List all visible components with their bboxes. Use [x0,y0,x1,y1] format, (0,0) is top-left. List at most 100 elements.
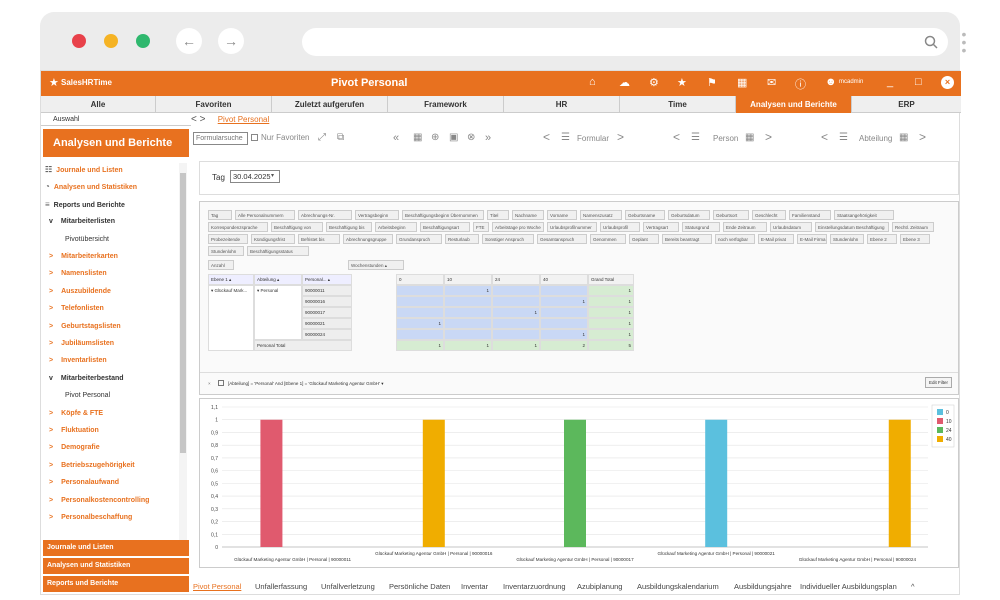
sidebar-item-9[interactable]: > Geburtstagslisten [49,320,189,334]
pivot-field-45[interactable]: Ebene 2 [867,234,897,244]
sidebar-item-12[interactable]: v Mitarbeiterbestand [49,372,189,386]
pivot-field-31[interactable]: Kündigungsfrist [251,234,295,244]
minimize-window-dot[interactable] [104,34,118,48]
last-record-icon[interactable]: » [485,132,491,144]
pivot-field-28[interactable]: Einstellungsdatum Beschäftigung [815,222,889,232]
pivot-field-38[interactable]: Genommen [590,234,626,244]
forward-arrow-icon[interactable]: → [218,28,244,54]
tab-2[interactable]: Unfallverletzung [321,582,375,591]
pivot-field-26[interactable]: Ende Zeitraum [723,222,767,232]
formular-next-icon[interactable]: > [617,130,624,144]
expand-icon[interactable]: ⤢ [318,132,326,143]
minimize-icon[interactable]: _ [887,76,893,88]
sidebar-item-19[interactable]: > Personalkostencontrolling [49,494,189,508]
abteilung-list-icon[interactable]: ☰ [839,132,848,143]
pivot-field-47[interactable]: Stundenlohn [208,246,244,256]
abteilung-calendar-icon[interactable]: ▦ [899,132,908,143]
maximize-window-dot[interactable] [136,34,150,48]
sidebar-item-20[interactable]: > Personalbeschaffung [49,511,189,525]
pivot-field-33[interactable]: Abrechnungsgruppe [343,234,393,244]
abteilung-prev-icon[interactable]: < [821,130,828,144]
chat-icon[interactable]: ✉ [767,76,776,89]
breadcrumb-nav[interactable]: < > [191,114,205,125]
menu-time[interactable]: Time [620,96,736,113]
pivot-column-field[interactable]: Wochenstunden ▴ [348,260,404,270]
pivot-field-39[interactable]: Geplant [629,234,659,244]
sidebar-item-17[interactable]: > Betriebszugehörigkeit [49,459,189,473]
sidebar-item-8[interactable]: > Telefonlisten [49,302,189,316]
pivot-field-40[interactable]: Bereits beantragt [662,234,712,244]
sidebar-item-11[interactable]: > Inventarlisten [49,354,189,368]
cancel-icon[interactable]: ⊗ [467,132,475,143]
sidebar-item-14[interactable]: > Köpfe & FTE [49,407,189,421]
sidebar-footer-journale[interactable]: Journale und Listen [43,540,189,556]
pivot-field-13[interactable]: Familienstand [789,210,831,220]
tab-4[interactable]: Inventar [461,582,488,591]
tab-8[interactable]: Ausbildungsjahre [734,582,792,591]
sidebar-item-15[interactable]: > Fluktuation [49,424,189,438]
sidebar-item-5[interactable]: > Mitarbeiterkarten [49,250,189,264]
pivot-field-35[interactable]: Resturlaub [445,234,479,244]
pivot-field-9[interactable]: Geburtsname [625,210,665,220]
clear-filter-icon[interactable]: × [208,381,211,386]
info-icon[interactable]: ⓘ [795,76,806,92]
pivot-field-1[interactable]: Alle Personalnummern [235,210,295,220]
pivot-field-2[interactable]: Abrechnungs-Nr. [298,210,352,220]
sidebar-item-16[interactable]: > Demografie [49,441,189,455]
pivot-field-14[interactable]: Staatsangehörigkeit [834,210,894,220]
search-icon[interactable] [924,35,938,49]
sidebar-item-0[interactable]: ☷ Journale und Listen [45,163,185,177]
formular-list-icon[interactable]: ☰ [561,132,570,143]
sidebar-item-2[interactable]: ≡ Reports und Berichte [45,198,185,212]
pivot-field-34[interactable]: Grundanspruch [396,234,442,244]
tab-9[interactable]: Individueller Ausbildungsplan [800,582,897,591]
menu-erp[interactable]: ERP [852,96,961,113]
cloud-icon[interactable]: ☁ [619,76,630,89]
pivot-field-46[interactable]: Ebene 3 [900,234,930,244]
pivot-field-20[interactable]: FTE [473,222,489,232]
favorite-star-icon[interactable]: ★ [677,76,687,89]
open-external-icon[interactable]: ⧉ [337,132,344,143]
pivot-field-43[interactable]: E-Mail Firma [797,234,827,244]
pivot-field-5[interactable]: Titel [487,210,509,220]
breadcrumb-current[interactable]: Pivot Personal [218,115,270,124]
tab-1[interactable]: Unfallerfassung [255,582,307,591]
first-record-icon[interactable]: « [393,132,399,144]
date-dropdown-icon[interactable]: ▾ [271,172,274,179]
pivot-field-17[interactable]: Beschäftigung bis [326,222,372,232]
pivot-row-header-2[interactable]: Personal... ▴ [302,274,352,285]
pivot-field-4[interactable]: Beschäftigungsbeginn Übernommen [402,210,484,220]
pivot-field-24[interactable]: Vertragsart [643,222,679,232]
menu-framework[interactable]: Framework [388,96,504,113]
person-calendar-icon[interactable]: ▦ [745,132,754,143]
calendar-icon[interactable]: ▦ [737,76,747,89]
sidebar-scrollbar[interactable] [179,163,187,543]
pivot-field-3[interactable]: Vertragsbeginn [355,210,399,220]
menu-zuletzt[interactable]: Zuletzt aufgerufen [272,96,388,113]
pivot-field-25[interactable]: Statusgrund [682,222,720,232]
close-icon[interactable]: × [941,76,954,89]
favorites-checkbox[interactable] [251,134,258,141]
pivot-data-field[interactable]: Anzahl [208,260,234,270]
pivot-field-29[interactable]: Rechtl. Zeitraum [892,222,934,232]
pivot-field-41[interactable]: noch verfügbar [715,234,755,244]
url-bar[interactable] [302,28,948,56]
pivot-field-32[interactable]: Befristet bis [298,234,340,244]
tab-6[interactable]: Azubiplanung [577,582,622,591]
delete-icon[interactable]: ▣ [449,132,458,143]
menu-alle[interactable]: Alle [41,96,156,113]
pivot-field-21[interactable]: Arbeitstage pro Woche [492,222,544,232]
sidebar-item-18[interactable]: > Personalaufwand [49,476,189,490]
sidebar-item-10[interactable]: > Jubiläumslisten [49,337,189,351]
abteilung-next-icon[interactable]: > [919,130,926,144]
pivot-field-15[interactable]: Korrespondenzsprache [208,222,268,232]
user-name[interactable]: mcadmin [839,79,863,85]
tab-7[interactable]: Ausbildungskalendarium [637,582,719,591]
pivot-field-8[interactable]: Namenszusatz [580,210,622,220]
kebab-menu-icon[interactable]: • • • [960,27,968,57]
pivot-field-30[interactable]: Probezeitende [208,234,248,244]
menu-favoriten[interactable]: Favoriten [156,96,272,113]
pivot-row-header-0[interactable]: Ebene 1 ▴ [208,274,254,285]
edit-filter-button[interactable]: Edit Filter [924,377,952,388]
gear-icon[interactable]: ⚙ [649,76,659,89]
